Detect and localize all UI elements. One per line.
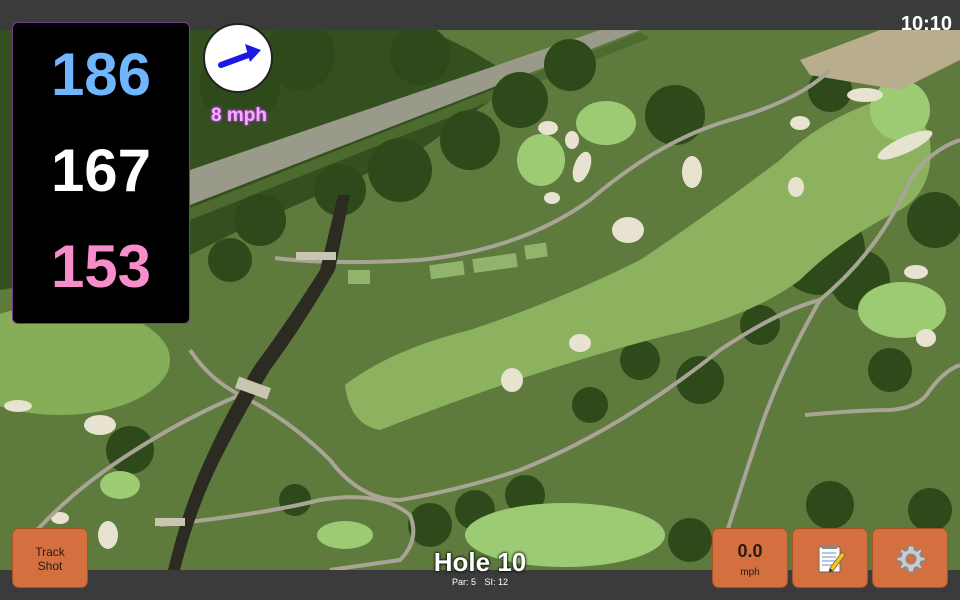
clock: 10:10 [900,13,952,35]
hole-stroke-index: SI: 12 [484,577,509,587]
back-yardage: 186 [50,41,152,108]
yardage-panel: 186 167 153 [12,22,190,324]
notes-button[interactable] [792,528,868,588]
hole-par: Par: 5 [451,577,476,587]
track-shot-label-line2: Shot [37,559,63,573]
track-shot-label-line1: Track [35,545,65,559]
settings-button[interactable] [872,528,948,588]
track-shot-button[interactable]: Track Shot [12,528,88,588]
wind-arrow-icon [218,44,261,68]
middle-yardage: 167 [50,137,152,204]
speed-button[interactable]: 0.0 mph [712,528,788,588]
speed-value: 0.0 [737,541,763,561]
speed-unit: mph [740,567,760,578]
notepad-pencil-icon [818,545,846,573]
hole-title: Hole 10 [433,547,527,577]
wind-indicator [203,23,273,93]
front-yardage: 153 [50,233,152,300]
hole-info: Par: 5 SI: 12 [380,578,580,587]
wind-speed-label: 8 mph [211,105,267,126]
gear-icon [896,545,926,573]
